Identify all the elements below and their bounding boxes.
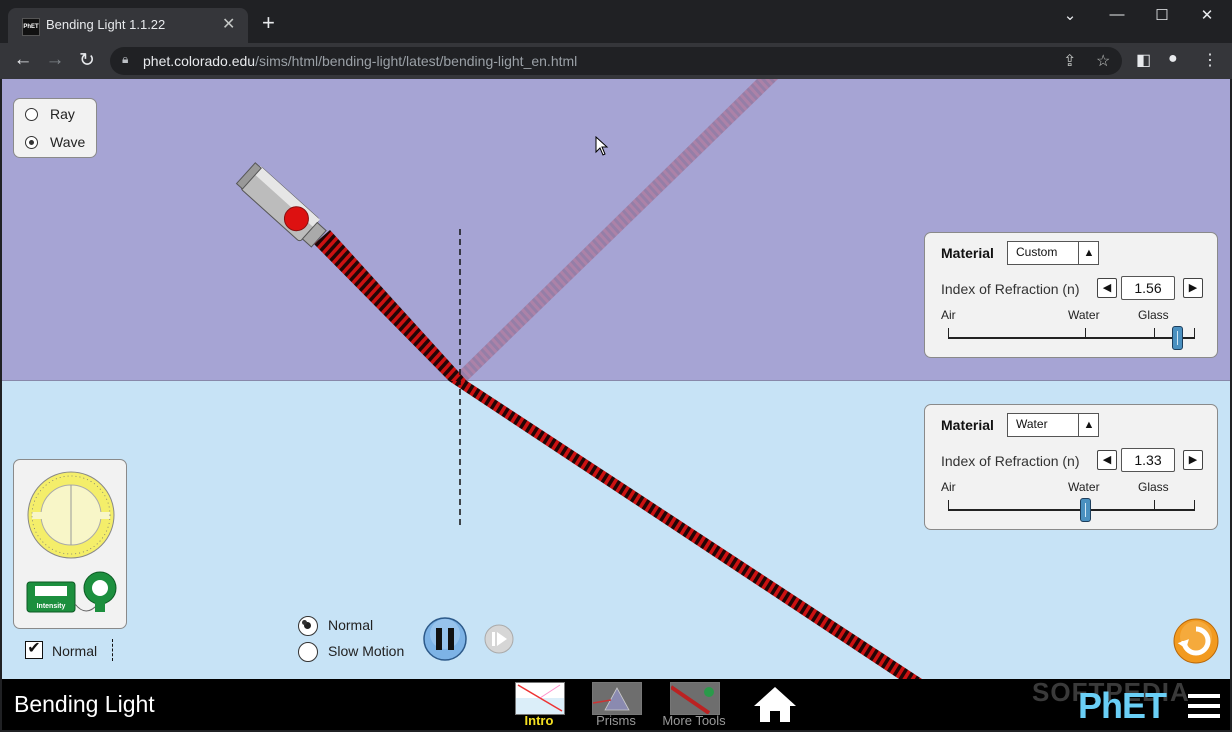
reset-all-button[interactable] bbox=[1172, 617, 1220, 665]
browser-tab-bar: PhET Bending Light 1.1.22 ✕ + ⌄ — ☐ ✕ bbox=[0, 0, 1232, 43]
ray-label: Ray bbox=[50, 106, 75, 122]
tick-label-water: Water bbox=[1068, 308, 1100, 322]
laser-pointer[interactable] bbox=[235, 162, 329, 250]
screen-more-tools-label: More Tools bbox=[662, 713, 726, 728]
tick-label-glass: Glass bbox=[1138, 480, 1169, 494]
wave-radio[interactable] bbox=[25, 136, 38, 149]
intensity-meter-icon[interactable] bbox=[26, 568, 118, 622]
normal-checkbox[interactable]: ✔ bbox=[25, 641, 43, 659]
toolbox-panel: Intensity bbox=[13, 459, 127, 629]
mouse-cursor-icon bbox=[595, 136, 609, 156]
material-title: Material bbox=[941, 245, 994, 261]
tab-close-icon[interactable]: ✕ bbox=[222, 14, 235, 34]
more-tools-thumbnail-icon bbox=[670, 682, 720, 715]
back-arrow-icon[interactable]: ← bbox=[9, 49, 37, 71]
material-select-value: Custom bbox=[1016, 245, 1058, 259]
bottom-material-panel: Material Water ▲ Index of Refraction (n)… bbox=[924, 404, 1218, 530]
ray-radio[interactable] bbox=[25, 108, 38, 121]
top-material-panel: Material Custom ▲ Index of Refraction (n… bbox=[924, 232, 1218, 358]
ior-value[interactable]: 1.56 bbox=[1121, 276, 1175, 300]
home-icon[interactable] bbox=[752, 684, 798, 724]
incident-beam bbox=[314, 230, 467, 381]
tab-search-chevron-icon[interactable]: ⌄ bbox=[1055, 6, 1085, 24]
bookmark-star-icon[interactable]: ☆ bbox=[1096, 51, 1110, 71]
ior-slider-track[interactable] bbox=[948, 509, 1195, 511]
pause-button[interactable] bbox=[422, 616, 468, 662]
reload-icon[interactable]: ↻ bbox=[73, 49, 101, 72]
refracted-beam bbox=[449, 381, 922, 679]
browser-toolbar: ← → ↻ 🔒︎ phet.colorado.edu/sims/html/ben… bbox=[0, 43, 1232, 79]
normal-mini-line-icon bbox=[112, 639, 114, 661]
lock-icon: 🔒︎ bbox=[122, 52, 129, 66]
url-text: phet.colorado.edu/sims/html/bending-ligh… bbox=[143, 53, 577, 69]
side-panel-icon[interactable]: ◧ bbox=[1136, 50, 1151, 70]
material-title: Material bbox=[941, 417, 994, 433]
minimize-icon[interactable]: — bbox=[1102, 6, 1132, 23]
speed-normal-radio[interactable] bbox=[298, 616, 318, 636]
decrease-ior-button[interactable]: ◀ bbox=[1097, 278, 1117, 298]
screen-prisms-button[interactable]: Prisms bbox=[586, 679, 646, 730]
speed-normal-label: Normal bbox=[328, 617, 374, 633]
tab-title: Bending Light 1.1.22 bbox=[46, 17, 166, 32]
triangle-up-icon[interactable]: ▲ bbox=[1078, 242, 1099, 264]
material-select[interactable]: Water ▲ bbox=[1007, 413, 1099, 437]
speed-slow-label: Slow Motion bbox=[328, 643, 405, 659]
prisms-thumbnail-icon bbox=[592, 682, 642, 715]
profile-avatar-icon[interactable]: ● bbox=[1168, 50, 1178, 68]
ior-label: Index of Refraction (n) bbox=[941, 281, 1080, 297]
ior-slider-track[interactable] bbox=[948, 337, 1195, 339]
address-bar[interactable]: 🔒︎ phet.colorado.edu/sims/html/bending-l… bbox=[110, 47, 1122, 75]
menu-kebab-icon[interactable]: ⋮ bbox=[1202, 50, 1218, 70]
material-select-value: Water bbox=[1016, 417, 1048, 431]
intro-thumbnail-icon bbox=[515, 682, 565, 715]
screen-more-tools-button[interactable]: More Tools bbox=[662, 679, 726, 730]
ior-slider-thumb[interactable] bbox=[1172, 326, 1183, 350]
reflected-beam bbox=[449, 79, 778, 381]
tick-label-air: Air bbox=[941, 308, 956, 322]
screen-prisms-label: Prisms bbox=[596, 713, 636, 728]
forward-arrow-icon[interactable]: → bbox=[41, 49, 69, 71]
normal-checkbox-label: Normal bbox=[52, 643, 98, 659]
screen-intro-button[interactable]: Intro bbox=[509, 679, 569, 730]
material-select[interactable]: Custom ▲ bbox=[1007, 241, 1099, 265]
triangle-up-icon[interactable]: ▲ bbox=[1078, 414, 1099, 436]
decrease-ior-button[interactable]: ◀ bbox=[1097, 450, 1117, 470]
tick-label-water: Water bbox=[1068, 480, 1100, 494]
ior-slider-thumb[interactable] bbox=[1080, 498, 1091, 522]
screen-intro-label: Intro bbox=[524, 713, 554, 728]
simulation-area: Ray Wave Material Custom ▲ Index of Refr… bbox=[2, 79, 1230, 679]
beam-layer bbox=[235, 79, 922, 679]
step-forward-button[interactable] bbox=[483, 623, 515, 655]
url-path: /sims/html/bending-light/latest/bending-… bbox=[255, 53, 578, 69]
phet-logo[interactable]: PhET bbox=[1078, 685, 1167, 727]
increase-ior-button[interactable]: ▶ bbox=[1183, 450, 1203, 470]
tick-label-glass: Glass bbox=[1138, 308, 1169, 322]
url-host: phet.colorado.edu bbox=[143, 53, 256, 69]
sim-title: Bending Light bbox=[14, 691, 155, 717]
wave-label: Wave bbox=[50, 134, 86, 150]
maximize-icon[interactable]: ☐ bbox=[1147, 6, 1177, 24]
tick-label-air: Air bbox=[941, 480, 956, 494]
close-window-icon[interactable]: ✕ bbox=[1192, 6, 1222, 24]
phet-navbar: Bending Light Intro Prisms More Tools SO… bbox=[2, 677, 1230, 730]
browser-tab[interactable]: PhET Bending Light 1.1.22 ✕ bbox=[8, 8, 248, 43]
intensity-label: Intensity bbox=[36, 603, 66, 610]
phet-favicon-icon: PhET bbox=[22, 18, 40, 36]
new-tab-button[interactable]: + bbox=[262, 12, 275, 34]
light-mode-panel: Ray Wave bbox=[13, 98, 97, 158]
share-icon[interactable]: ⇪ bbox=[1063, 51, 1076, 71]
speed-slow-radio[interactable] bbox=[298, 642, 318, 662]
ior-label: Index of Refraction (n) bbox=[941, 453, 1080, 469]
protractor-icon[interactable] bbox=[26, 470, 116, 560]
hamburger-menu-icon[interactable] bbox=[1188, 692, 1220, 720]
increase-ior-button[interactable]: ▶ bbox=[1183, 278, 1203, 298]
ior-value[interactable]: 1.33 bbox=[1121, 448, 1175, 472]
